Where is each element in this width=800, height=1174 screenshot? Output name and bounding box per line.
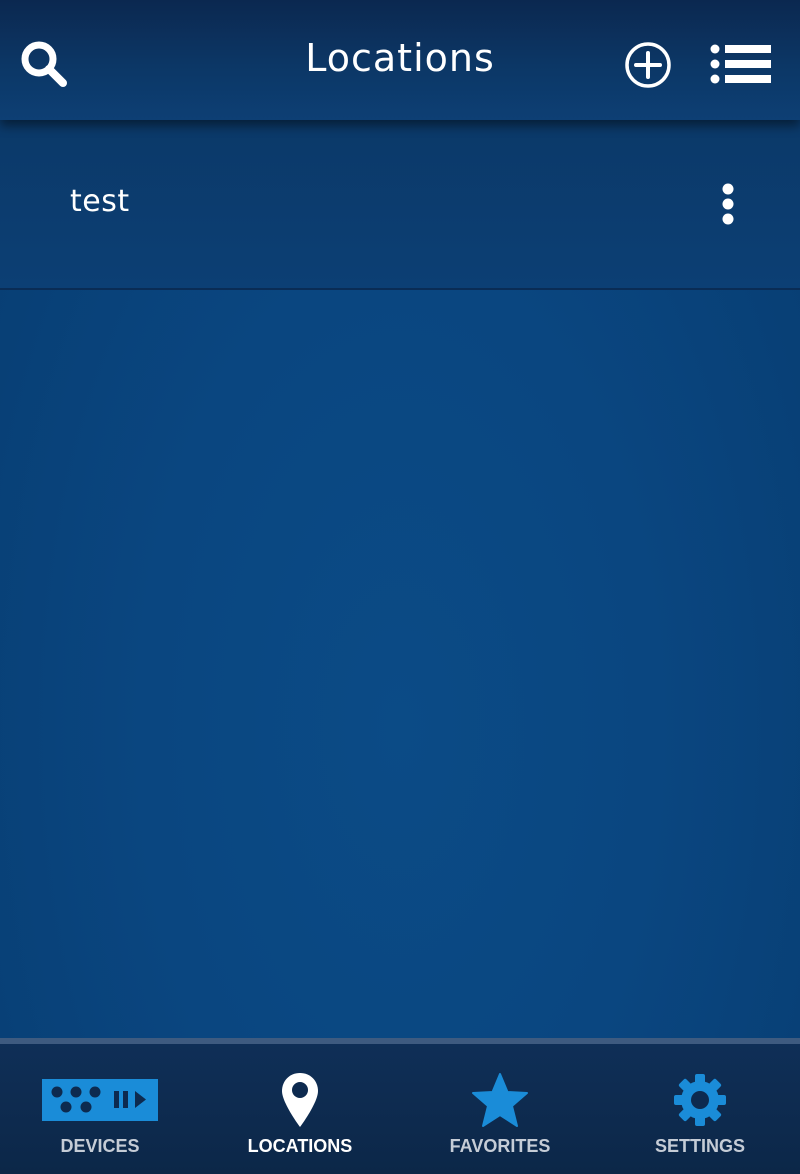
location-pin-icon bbox=[282, 1073, 318, 1127]
devices-icon bbox=[42, 1079, 158, 1121]
bottom-tab-bar: DEVICES LOCATIONS FAVORITES SETTINGS bbox=[0, 1038, 800, 1174]
tab-settings[interactable]: SETTINGS bbox=[600, 1044, 800, 1174]
locations-list: test bbox=[0, 120, 800, 290]
star-icon bbox=[472, 1073, 528, 1127]
more-vertical-icon bbox=[722, 183, 734, 225]
list-item-location[interactable]: test bbox=[0, 120, 800, 290]
list-menu-button[interactable] bbox=[708, 42, 774, 88]
more-options-button[interactable] bbox=[712, 180, 744, 230]
gear-icon bbox=[674, 1074, 726, 1126]
add-location-button[interactable] bbox=[623, 40, 673, 90]
list-icon bbox=[710, 44, 771, 84]
tab-label: FAVORITES bbox=[449, 1136, 551, 1156]
location-name: test bbox=[70, 184, 130, 219]
top-nav-bar: Locations bbox=[0, 0, 800, 120]
plus-circle-icon bbox=[625, 42, 671, 88]
tab-label: LOCATIONS bbox=[247, 1136, 353, 1156]
page-title: Locations bbox=[305, 36, 495, 80]
tab-devices[interactable]: DEVICES bbox=[0, 1044, 200, 1174]
tab-locations[interactable]: LOCATIONS bbox=[200, 1044, 400, 1174]
tab-label: SETTINGS bbox=[654, 1136, 745, 1156]
tab-label: DEVICES bbox=[60, 1136, 140, 1156]
tab-favorites[interactable]: FAVORITES bbox=[400, 1044, 600, 1174]
